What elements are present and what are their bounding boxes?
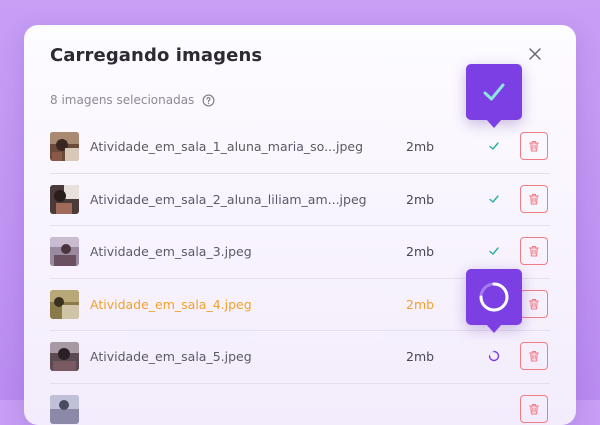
file-thumbnail bbox=[50, 395, 79, 424]
file-size: 2mb bbox=[406, 279, 434, 331]
file-name: Atividade_em_sala_1_aluna_maria_so...jpe… bbox=[90, 121, 363, 173]
check-icon bbox=[480, 78, 508, 106]
trash-icon bbox=[527, 139, 541, 153]
trash-icon bbox=[527, 297, 541, 311]
loading-callout bbox=[466, 269, 522, 325]
check-icon bbox=[488, 140, 500, 152]
close-icon bbox=[526, 45, 544, 63]
upload-status bbox=[486, 243, 502, 259]
delete-button[interactable] bbox=[520, 395, 548, 423]
spinner-icon bbox=[488, 350, 500, 362]
file-size: 2mb bbox=[406, 174, 434, 226]
complete-callout bbox=[466, 64, 522, 120]
trash-icon bbox=[527, 402, 541, 416]
upload-status bbox=[486, 348, 502, 364]
file-row: Atividade_em_sala_2_aluna_liliam_am...jp… bbox=[50, 174, 550, 227]
check-icon bbox=[488, 193, 500, 205]
file-thumbnail bbox=[50, 185, 79, 214]
delete-button[interactable] bbox=[520, 342, 548, 370]
selection-count: 8 imagens selecionadas bbox=[50, 93, 215, 107]
selection-count-text: 8 imagens selecionadas bbox=[50, 93, 194, 107]
file-row: Atividade_em_sala_5.jpeg 2mb bbox=[50, 331, 550, 384]
spinner-icon bbox=[477, 280, 511, 314]
file-row bbox=[50, 384, 550, 425]
file-size: 2mb bbox=[406, 121, 434, 173]
trash-icon bbox=[527, 349, 541, 363]
file-thumbnail bbox=[50, 132, 79, 161]
help-circle-icon[interactable] bbox=[202, 94, 215, 107]
file-name: Atividade_em_sala_4.jpeg bbox=[90, 279, 252, 331]
dialog-title: Carregando imagens bbox=[50, 45, 262, 66]
upload-status bbox=[486, 138, 502, 154]
file-thumbnail bbox=[50, 237, 79, 266]
file-size: 2mb bbox=[406, 226, 434, 278]
upload-status bbox=[486, 191, 502, 207]
delete-button[interactable] bbox=[520, 132, 548, 160]
check-icon bbox=[488, 245, 500, 257]
file-name: Atividade_em_sala_5.jpeg bbox=[90, 331, 252, 383]
trash-icon bbox=[527, 192, 541, 206]
file-name: Atividade_em_sala_2_aluna_liliam_am...jp… bbox=[90, 174, 367, 226]
delete-button[interactable] bbox=[520, 290, 548, 318]
file-row: Atividade_em_sala_1_aluna_maria_so...jpe… bbox=[50, 121, 550, 174]
delete-button[interactable] bbox=[520, 237, 548, 265]
file-thumbnail bbox=[50, 290, 79, 319]
file-name: Atividade_em_sala_3.jpeg bbox=[90, 226, 252, 278]
trash-icon bbox=[527, 244, 541, 258]
file-thumbnail bbox=[50, 342, 79, 371]
close-button[interactable] bbox=[526, 45, 544, 63]
delete-button[interactable] bbox=[520, 185, 548, 213]
file-size: 2mb bbox=[406, 331, 434, 383]
